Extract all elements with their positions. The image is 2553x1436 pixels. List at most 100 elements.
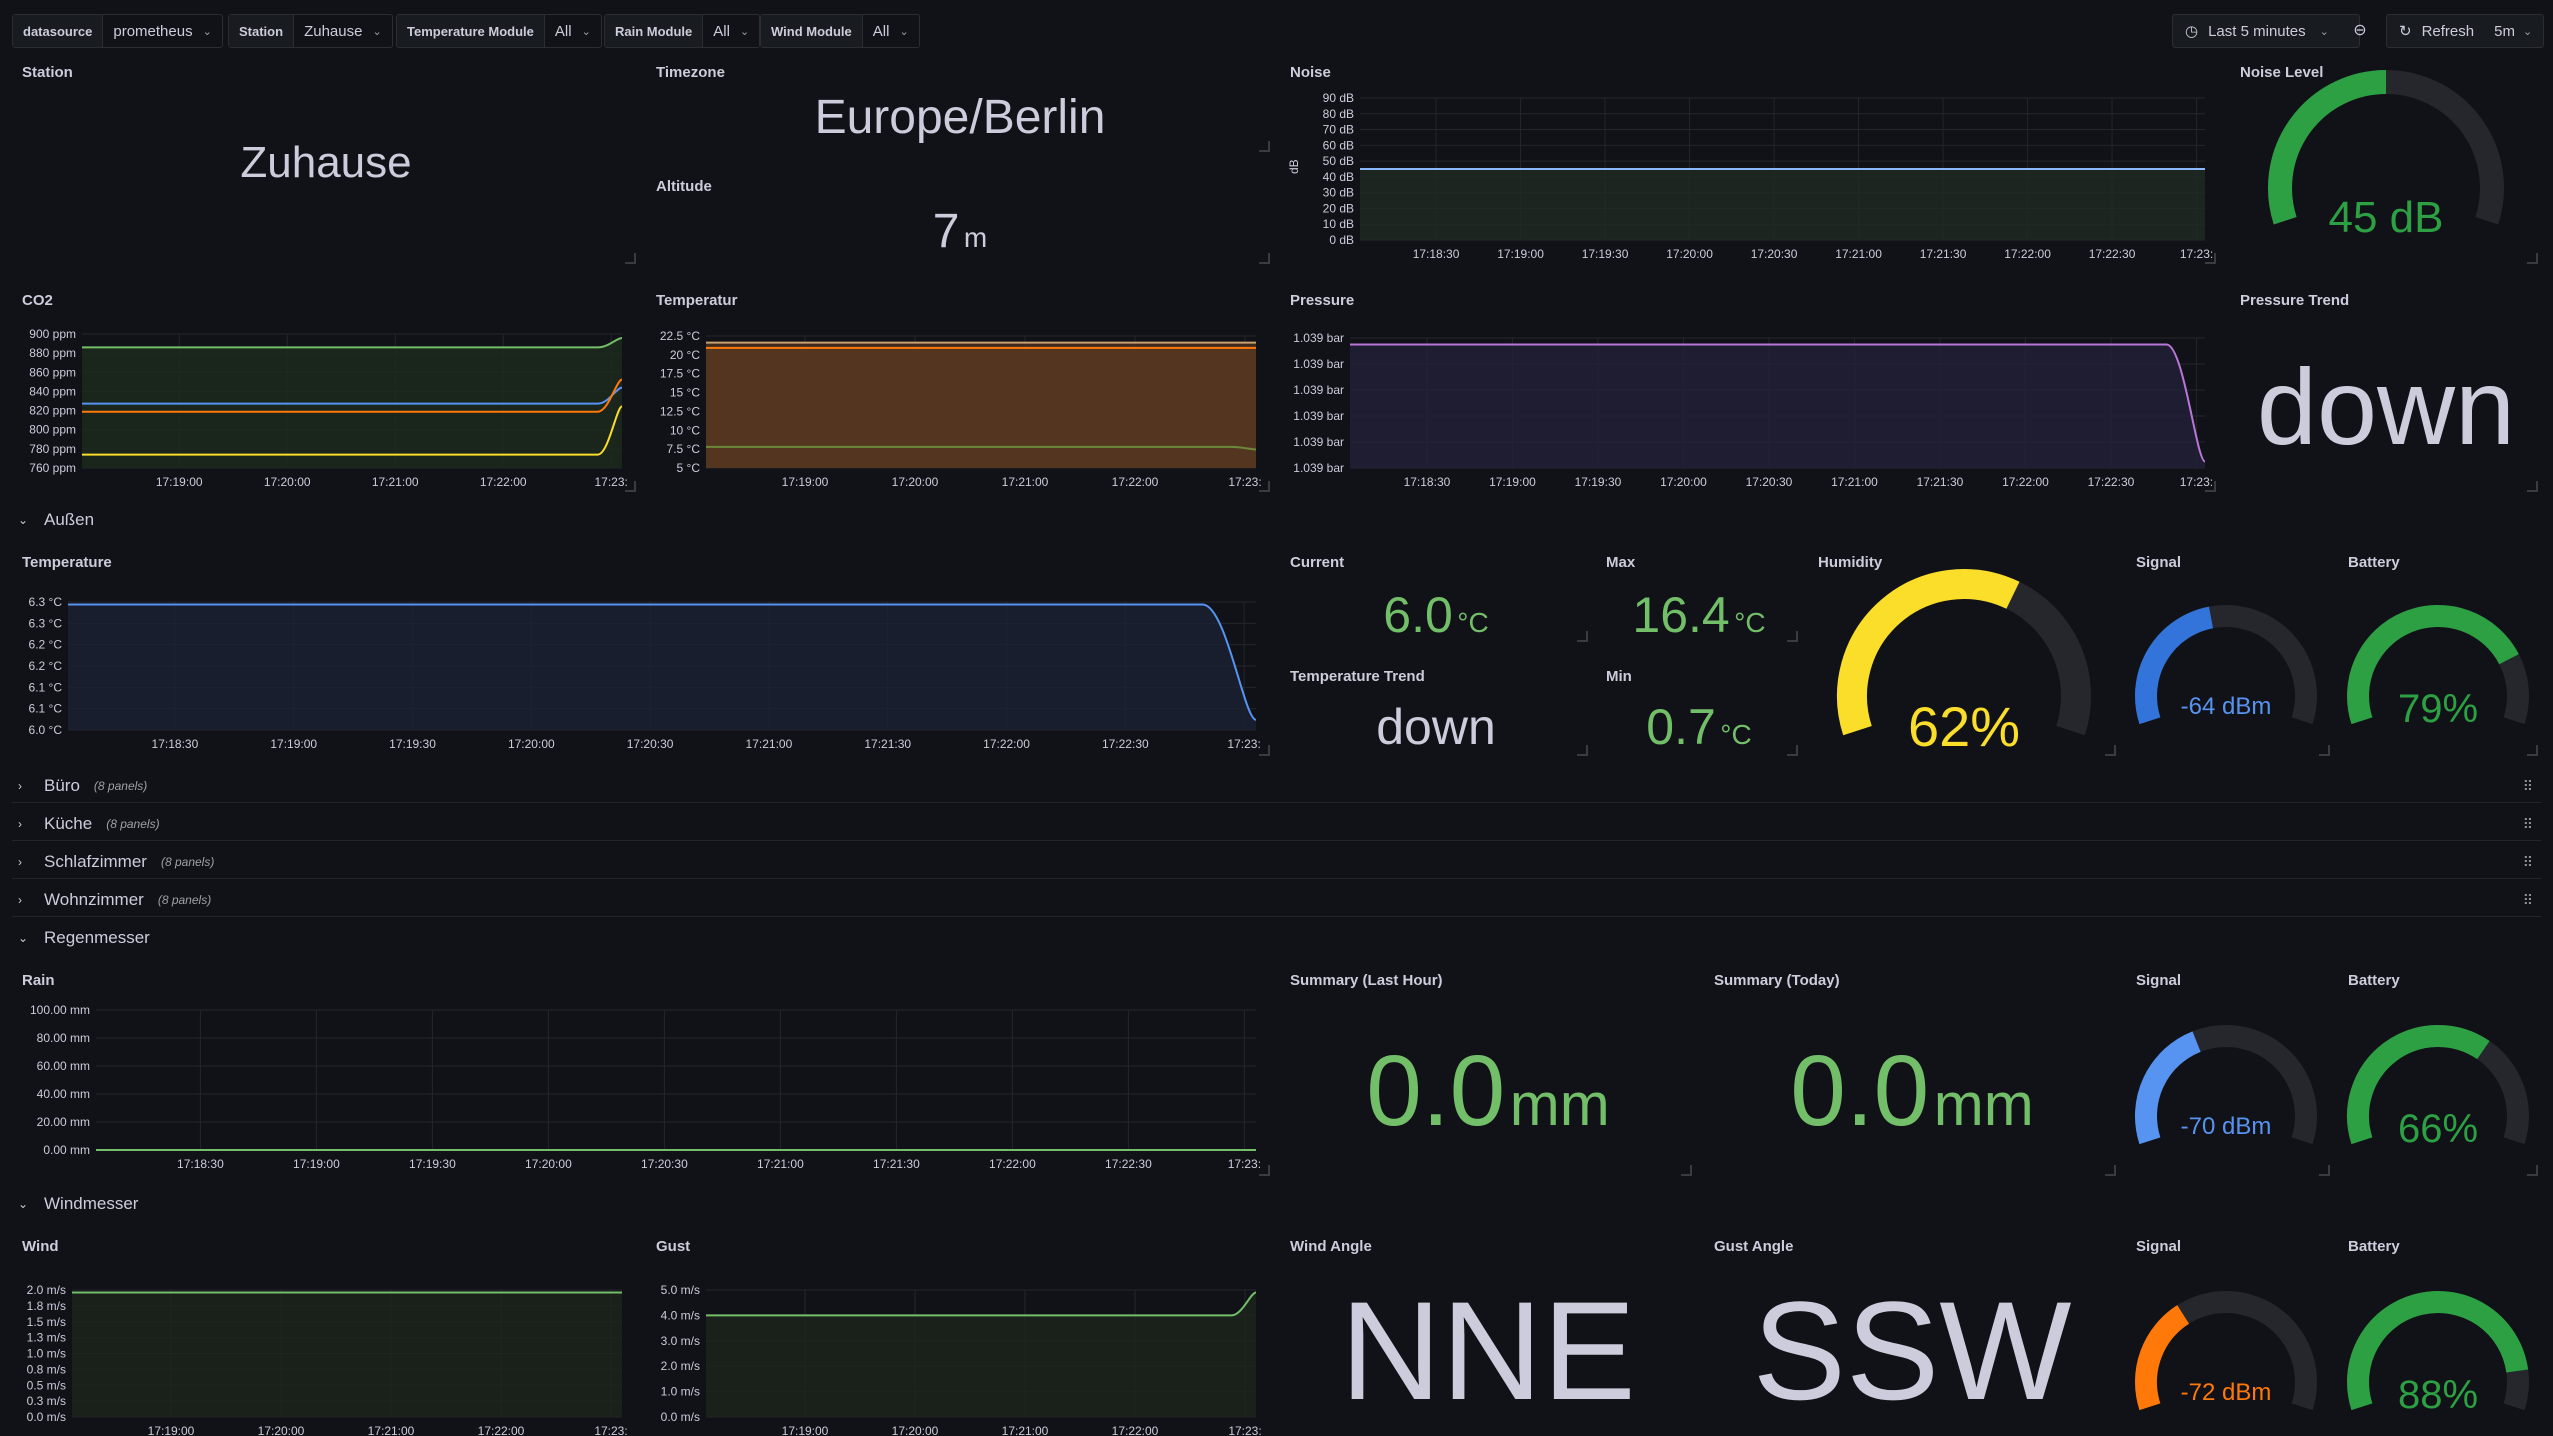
pressure-chart: 1.039 bar 1.039 bar 1.039 bar 1.039 bar 1.03… (1293, 331, 2213, 489)
y-tick-label: 820 ppm (29, 404, 76, 418)
y-tick-label: 7.5 °C (667, 442, 701, 456)
resize-handle[interactable] (1259, 1165, 1270, 1176)
y-tick-label: 5 °C (677, 461, 701, 475)
x-tick-label: 17:20:00 (525, 1157, 572, 1171)
resize-handle[interactable] (2527, 481, 2538, 492)
panel-wind-battery: Battery 88% (2338, 1230, 2542, 1436)
chevron-down-icon: ⌄ (899, 25, 909, 38)
gauge-fill (2135, 1305, 2190, 1411)
y-tick-label: 1.039 bar (1293, 435, 1344, 449)
resize-handle[interactable] (1577, 745, 1588, 756)
temperatur-chart: 22.5 °C 20 °C 17.5 °C 15 °C 12.5 °C 10 °C 7.5 … (660, 329, 1262, 489)
var-rain-module[interactable]: Rain Module All ⌄ (604, 14, 761, 48)
refresh-interval[interactable]: 5m (2494, 23, 2515, 40)
drag-handle-icon[interactable]: ⠿ (2523, 892, 2533, 909)
time-range-picker[interactable]: ◷ Last 5 minutes ⌄ (2172, 14, 2360, 48)
resize-handle[interactable] (1259, 253, 1270, 264)
x-tick-label: 17:21:00 (372, 475, 419, 489)
resize-handle[interactable] (1259, 745, 1270, 756)
x-tick-label: 17:21:00 (1002, 475, 1049, 489)
var-datasource[interactable]: datasource prometheus ⌄ (12, 14, 223, 48)
var-label: Wind Module (761, 15, 863, 47)
row-windmesser-header[interactable]: ⌄ Windmesser (18, 1194, 138, 1214)
panel-altitude: Altitude 7 m (646, 170, 1274, 268)
y-tick-label: 90 dB (1323, 91, 1354, 105)
resize-handle[interactable] (1787, 631, 1798, 642)
drag-handle-icon[interactable]: ⠿ (2523, 816, 2533, 833)
panel-aussen-signal: Signal -64 dBm (2126, 546, 2334, 760)
x-tick-label: 17:19:00 (156, 475, 203, 489)
y-tick-label: 6.1 °C (29, 680, 63, 694)
var-temperature-module[interactable]: Temperature Module All ⌄ (396, 14, 602, 48)
y-tick-label: 6.3 °C (29, 616, 63, 630)
panel-title: Min (1606, 668, 1632, 685)
x-tick-label: 17:22:00 (989, 1157, 1036, 1171)
x-tick-label: 17:22:30 (2088, 475, 2135, 489)
y-tick-label: 900 ppm (29, 327, 76, 341)
row-aussen-header[interactable]: ⌄ Außen (18, 510, 94, 530)
row-regenmesser-header[interactable]: ⌄ Regenmesser (18, 928, 150, 948)
panel-wind: Wind 2.0 m/s 1.8 m/s 1.5 m/s 1.3 m/s 1.0 m/s… (12, 1230, 640, 1436)
row-panel-count: (8 panels) (93, 779, 148, 793)
panel-max: Max 16.4 °C (1596, 546, 1802, 646)
y-tick-label: 0 dB (1329, 233, 1354, 247)
drag-handle-icon[interactable]: ⠿ (2523, 778, 2533, 795)
y-tick-label: 12.5 °C (660, 404, 700, 418)
resize-handle[interactable] (2527, 745, 2538, 756)
var-station[interactable]: Station Zuhause ⌄ (228, 14, 393, 48)
resize-handle[interactable] (625, 253, 636, 264)
resize-handle[interactable] (2319, 745, 2330, 756)
var-value[interactable]: All ⌄ (703, 15, 759, 47)
panel-pressure-trend: Pressure Trend down (2230, 284, 2542, 496)
resize-handle[interactable] (1259, 481, 1270, 492)
row-kueche-header[interactable]: › Küche (8 panels) (18, 814, 160, 834)
min-unit: °C (1720, 719, 1752, 750)
var-value[interactable]: prometheus ⌄ (103, 15, 221, 47)
x-tick-label: 17:22:00 (1112, 1424, 1159, 1436)
co2-chart: 900 ppm 880 ppm 860 ppm 840 ppm 820 ppm 800 p… (29, 327, 628, 489)
resize-handle[interactable] (2105, 1165, 2116, 1176)
resize-handle[interactable] (1681, 1165, 1692, 1176)
series-line (706, 1291, 1257, 1317)
resize-handle[interactable] (1259, 141, 1270, 152)
y-tick-label: 100.00 mm (30, 1003, 90, 1017)
aussen-signal-value: -64 dBm (2181, 693, 2272, 720)
row-wohnzimmer-header[interactable]: › Wohnzimmer (8 panels) (18, 890, 211, 910)
var-label: Temperature Module (397, 15, 545, 47)
y-tick-label: 0.8 m/s (27, 1362, 66, 1376)
var-value[interactable]: All ⌄ (863, 15, 919, 47)
drag-handle-icon[interactable]: ⠿ (2523, 854, 2533, 871)
x-tick-label: 17:21:30 (873, 1157, 920, 1171)
row-divider (12, 802, 2541, 803)
resize-handle[interactable] (2319, 1165, 2330, 1176)
refresh-picker[interactable]: ↻ Refresh 5m ⌄ (2386, 14, 2544, 48)
panel-aussen-battery: Battery 79% (2338, 546, 2542, 760)
refresh-button[interactable]: Refresh (2422, 23, 2475, 40)
x-tick-label: 17:19:30 (389, 737, 436, 751)
panel-humidity: Humidity 62% (1808, 546, 2120, 760)
row-schlafzimmer-header[interactable]: › Schlafzimmer (8 panels) (18, 852, 214, 872)
var-value[interactable]: Zuhause ⌄ (294, 15, 392, 47)
resize-handle[interactable] (2105, 745, 2116, 756)
y-tick-label: 50 dB (1323, 154, 1354, 168)
rain-chart: 100.00 mm 80.00 mm 60.00 mm 40.00 mm 20.00 m… (30, 1003, 1261, 1171)
wind-signal-value: -72 dBm (2181, 1379, 2272, 1406)
resize-handle[interactable] (2205, 253, 2216, 264)
resize-handle[interactable] (1787, 745, 1798, 756)
row-buero-header[interactable]: › Büro (8 panels) (18, 776, 147, 796)
x-tick-label: 17:18:30 (1413, 247, 1460, 261)
zoom-out-button[interactable]: ⊖ (2344, 14, 2376, 46)
panel-temperature-trend: Temperature Trend down (1280, 660, 1592, 760)
resize-handle[interactable] (2205, 481, 2216, 492)
var-wind-module[interactable]: Wind Module All ⌄ (760, 14, 920, 48)
var-value[interactable]: All ⌄ (545, 15, 601, 47)
resize-handle[interactable] (2527, 253, 2538, 264)
resize-handle[interactable] (2527, 1165, 2538, 1176)
panel-title: Summary (Today) (1714, 972, 1840, 989)
noise-ylabel: dB (1287, 159, 1301, 174)
x-tick-label: 17:23: (1227, 737, 1260, 751)
chevron-down-icon: ⌄ (2319, 25, 2329, 38)
x-tick-label: 17:19:00 (782, 1424, 829, 1436)
resize-handle[interactable] (625, 481, 636, 492)
resize-handle[interactable] (1577, 631, 1588, 642)
